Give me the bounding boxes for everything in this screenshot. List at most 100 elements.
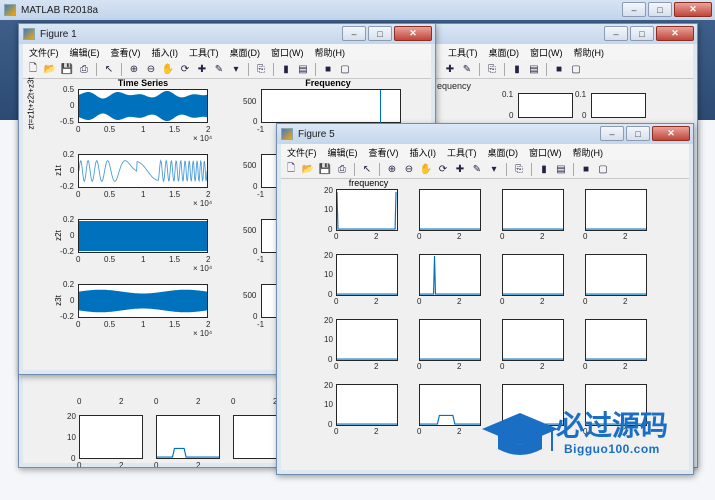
plot4-axes: [78, 284, 208, 318]
menu-edit[interactable]: 编辑(E): [70, 46, 100, 59]
bg-data-cursor-icon[interactable]: ✚: [443, 62, 457, 76]
link-icon[interactable]: ⎘: [254, 62, 268, 76]
print-icon[interactable]: ⎙: [77, 62, 91, 76]
figure5-title-bar[interactable]: Figure 5 – □ ✕: [277, 124, 693, 144]
figure1-close-button[interactable]: ✕: [394, 26, 432, 41]
plot4-ytick: 0: [70, 296, 75, 305]
f5-edit-plot-icon[interactable]: ↖: [360, 162, 374, 176]
matlab-title-bar[interactable]: MATLAB R2018a – □ ✕: [0, 0, 715, 20]
zoom-in-icon[interactable]: ⊕: [127, 62, 141, 76]
f5-legend-icon[interactable]: ▤: [554, 162, 568, 176]
f5-colorbar-icon[interactable]: ▮: [537, 162, 551, 176]
figure5-minimize-button[interactable]: –: [600, 126, 624, 141]
hide-plot-tools-icon[interactable]: ■: [321, 62, 335, 76]
show-plot-tools-icon[interactable]: ▢: [338, 62, 352, 76]
f5-menu-edit[interactable]: 编辑(E): [328, 146, 358, 159]
f5-open-file-icon[interactable]: 📂: [301, 162, 315, 176]
legend-icon[interactable]: ▤: [296, 62, 310, 76]
menu-file[interactable]: 文件(F): [29, 46, 59, 59]
rotate-icon[interactable]: ⟳: [178, 62, 192, 76]
menu-help[interactable]: 帮助(H): [315, 46, 346, 59]
plot3-xtick: 0.5: [104, 255, 116, 264]
bg-brush-icon[interactable]: ✎: [460, 62, 474, 76]
f5-zoom-out-icon[interactable]: ⊖: [402, 162, 416, 176]
bg-legend-icon[interactable]: ▤: [527, 62, 541, 76]
bg-tick: 0: [154, 397, 159, 406]
figure1-maximize-button[interactable]: □: [368, 26, 392, 41]
f5-menu-window[interactable]: 窗口(W): [529, 146, 562, 159]
bg-menu-help[interactable]: 帮助(H): [574, 46, 605, 59]
menu-window[interactable]: 窗口(W): [271, 46, 304, 59]
bg-link-icon[interactable]: ⎘: [485, 62, 499, 76]
menu-tools[interactable]: 工具(T): [189, 46, 219, 59]
bg-menu-window[interactable]: 窗口(W): [530, 46, 563, 59]
data-cursor-icon[interactable]: ✚: [195, 62, 209, 76]
logo-main-text: 必过源码: [556, 410, 669, 441]
figure1-title-bar[interactable]: Figure 1 – □ ✕: [19, 24, 435, 44]
menu-view[interactable]: 查看(V): [111, 46, 141, 59]
save-icon[interactable]: 💾: [60, 62, 74, 76]
bg-hide-icon[interactable]: ■: [552, 62, 566, 76]
f5-menu-insert[interactable]: 插入(I): [410, 146, 437, 159]
f5-hide-plot-tools-icon[interactable]: ■: [579, 162, 593, 176]
bg-tick: 2: [196, 397, 201, 406]
plot1-axes: [78, 89, 208, 123]
bg-menu-tools[interactable]: 工具(T): [448, 46, 478, 59]
minimize-button[interactable]: –: [622, 2, 646, 17]
freq4-xtick: -1: [257, 320, 265, 329]
zoom-out-icon[interactable]: ⊖: [144, 62, 158, 76]
matlab-icon: [4, 4, 16, 16]
f5-xtick: 2: [374, 362, 379, 371]
plot3-xtick: 2: [206, 255, 211, 264]
pan-icon[interactable]: ✋: [161, 62, 175, 76]
f5-pan-icon[interactable]: ✋: [419, 162, 433, 176]
f5-brush-icon[interactable]: ✎: [470, 162, 484, 176]
open-file-icon[interactable]: 📂: [43, 62, 57, 76]
figure5-close-button[interactable]: ✕: [652, 126, 690, 141]
maximize-button[interactable]: □: [648, 2, 672, 17]
logo-sub-text: Bigguo100.com: [564, 442, 660, 456]
menu-insert[interactable]: 插入(I): [152, 46, 179, 59]
bg-show-icon[interactable]: ▢: [569, 62, 583, 76]
f5-menu-view[interactable]: 查看(V): [369, 146, 399, 159]
f5-data-cursor-icon[interactable]: ✚: [453, 162, 467, 176]
f5-menu-tools[interactable]: 工具(T): [447, 146, 477, 159]
f5-link-icon[interactable]: ⎘: [512, 162, 526, 176]
f5-axes-svg: [337, 423, 397, 425]
f5-new-figure-icon[interactable]: 🗋: [284, 162, 298, 176]
bg-colorbar-icon[interactable]: ▮: [510, 62, 524, 76]
bg-menu-desktop[interactable]: 桌面(D): [489, 46, 520, 59]
figure1-minimize-button[interactable]: –: [342, 26, 366, 41]
colorbar-icon[interactable]: ▮: [279, 62, 293, 76]
figure5-maximize-button[interactable]: □: [626, 126, 650, 141]
bg-tick: 0: [509, 111, 514, 120]
bg-tick: 0: [231, 397, 236, 406]
f5-ytick: 0: [328, 355, 333, 364]
freq2-xtick: -1: [257, 190, 265, 199]
f5-menu-desktop[interactable]: 桌面(D): [488, 146, 519, 159]
f5-zoom-in-icon[interactable]: ⊕: [385, 162, 399, 176]
new-figure-icon[interactable]: 🗋: [26, 62, 40, 76]
f5-print-icon[interactable]: ⎙: [335, 162, 349, 176]
figure-bg-close-button[interactable]: ✕: [656, 26, 694, 41]
f5-rotate-icon[interactable]: ⟳: [436, 162, 450, 176]
figure-bg-maximize-button[interactable]: □: [630, 26, 654, 41]
f5-xtick: 2: [457, 427, 462, 436]
brush-icon[interactable]: ✎: [212, 62, 226, 76]
f5-axes-3-0: [336, 384, 398, 426]
f5-axes-svg: [337, 191, 397, 230]
f5-save-icon[interactable]: 💾: [318, 162, 332, 176]
close-button[interactable]: ✕: [674, 2, 712, 17]
menu-desktop[interactable]: 桌面(D): [230, 46, 261, 59]
brush-dropdown-icon[interactable]: ▾: [229, 62, 243, 76]
figure-bg-minimize-button[interactable]: –: [604, 26, 628, 41]
f5-show-plot-tools-icon[interactable]: ▢: [596, 162, 610, 176]
f5-ytick: 10: [324, 205, 333, 214]
plot2-ytick: -0.2: [60, 182, 74, 191]
edit-plot-icon[interactable]: ↖: [102, 62, 116, 76]
f5-brush-dropdown-icon[interactable]: ▾: [487, 162, 501, 176]
f5-menu-help[interactable]: 帮助(H): [573, 146, 604, 159]
plot4-xtick: 1: [141, 320, 146, 329]
f5-menu-file[interactable]: 文件(F): [287, 146, 317, 159]
plot1-xtick: 2: [206, 125, 211, 134]
